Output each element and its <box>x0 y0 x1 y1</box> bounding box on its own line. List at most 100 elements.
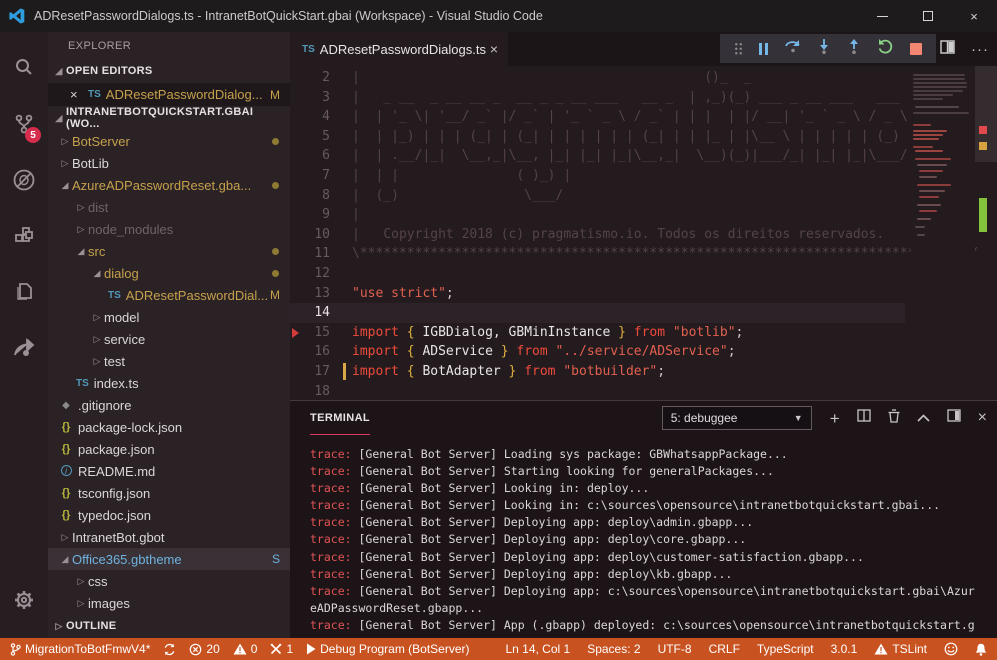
close-window-button[interactable]: × <box>951 0 997 32</box>
code-editor[interactable]: 2| ()_ _3| _ __ _ __ __ _ __ _ _ __ ___ … <box>290 66 997 400</box>
chevron-collapsed-icon: ▷ <box>58 532 72 543</box>
code-line-13[interactable]: 13"use strict"; <box>290 284 905 304</box>
outline-section-header[interactable]: ▷ OUTLINE <box>48 614 290 638</box>
tree-item-node-modules[interactable]: ▷node_modules <box>48 218 290 240</box>
extensions-icon[interactable] <box>0 208 48 264</box>
code-line-2[interactable]: 2| ()_ _ <box>290 68 905 88</box>
debug-arrow-icon <box>292 328 299 338</box>
status-item-smiley[interactable] <box>944 642 958 656</box>
restart-icon[interactable] <box>877 38 894 60</box>
status-item-0[interactable]: 0 <box>233 642 258 656</box>
code-line-10[interactable]: 10| Copyright 2018 (c) pragmatismo.io. T… <box>290 225 905 245</box>
tree-item-botserver[interactable]: ▷BotServer <box>48 130 290 152</box>
search-icon[interactable] <box>0 40 48 96</box>
close-tab-icon[interactable]: × <box>490 41 498 57</box>
status-item-tslint[interactable]: TSLint <box>874 642 927 656</box>
terminal-dropdown[interactable]: 5: debuggee ▼ <box>662 406 812 430</box>
more-actions-icon[interactable]: ··· <box>971 41 989 58</box>
status-item-ln-14-col-1[interactable]: Ln 14, Col 1 <box>505 642 570 656</box>
code-line-6[interactable]: 6| | .__/|_| \__,_|\__, |_| |_| |_|\__,_… <box>290 146 905 166</box>
tree-item-dialog[interactable]: ◢dialog <box>48 262 290 284</box>
status-item-debug-program-botserver-[interactable]: Debug Program (BotServer) <box>306 642 469 656</box>
status-item-migrationtobotfmwv4-[interactable]: MigrationToBotFmwV4* <box>10 642 150 656</box>
maximize-button[interactable] <box>905 0 951 32</box>
status-item-sync[interactable] <box>163 643 176 656</box>
close-panel-icon[interactable]: × <box>978 409 987 427</box>
tree-item-tsconfig-json[interactable]: {}tsconfig.json <box>48 482 290 504</box>
minimap[interactable] <box>911 66 975 400</box>
tree-item-service[interactable]: ▷service <box>48 328 290 350</box>
stop-icon[interactable] <box>910 43 922 55</box>
tree-item--gitignore[interactable]: ◆.gitignore <box>48 394 290 416</box>
code-line-9[interactable]: 9| <box>290 205 905 225</box>
tree-item-index-ts[interactable]: TSindex.ts <box>48 372 290 394</box>
code-line-5[interactable]: 5| | |_) | | | (_| | (_| | | | | | | (_|… <box>290 127 905 147</box>
tree-item-intranetbot-gbot[interactable]: ▷IntranetBot.gbot <box>48 526 290 548</box>
step-into-icon[interactable] <box>817 38 831 59</box>
editor-tab-active[interactable]: TS ADResetPasswordDialogs.ts × <box>290 32 508 66</box>
chevron-collapsed-icon: ▷ <box>58 136 72 147</box>
window-title: ADResetPasswordDialogs.ts - IntranetBotQ… <box>34 9 543 23</box>
drag-grip-icon[interactable] <box>734 42 743 55</box>
code-line-11[interactable]: 11\*************************************… <box>290 244 905 264</box>
code-line-8[interactable]: 8| (_) \___/ <box>290 186 905 206</box>
code-line-16[interactable]: 16import { ADService } from "../service/… <box>290 342 905 362</box>
step-over-icon[interactable] <box>784 38 802 59</box>
code-line-4[interactable]: 4| | '_ \| '__/ _` |/ _` | '_ ` _ \ / _`… <box>290 107 905 127</box>
open-editor-item[interactable]: × TS ADResetPasswordDialog... M <box>48 83 290 106</box>
terminal-line: trace: [General Bot Server] Deploying ap… <box>310 531 997 548</box>
tree-item-azureadpasswordreset-gba-[interactable]: ◢AzureADPasswordReset.gba... <box>48 174 290 196</box>
tree-item-src[interactable]: ◢src <box>48 240 290 262</box>
open-editors-header[interactable]: ◢ OPEN EDITORS <box>48 59 290 83</box>
code-line-18[interactable]: 18 <box>290 382 905 401</box>
maximize-panel-icon[interactable] <box>917 409 930 427</box>
split-terminal-icon[interactable] <box>857 409 871 427</box>
overview-ruler[interactable] <box>975 66 997 400</box>
tree-item-dist[interactable]: ▷dist <box>48 196 290 218</box>
status-item-20[interactable]: 20 <box>189 642 219 656</box>
explorer-sidebar: EXPLORER ◢ OPEN EDITORS × TS ADResetPass… <box>48 32 290 638</box>
workspace-section-header[interactable]: ◢ INTRANETBOTQUICKSTART.GBAI (WO... <box>48 106 290 130</box>
status-item-spaces-2[interactable]: Spaces: 2 <box>587 642 640 656</box>
settings-gear-icon[interactable] <box>0 572 48 628</box>
minimize-button[interactable] <box>859 0 905 32</box>
step-out-icon[interactable] <box>847 38 861 59</box>
share-icon[interactable] <box>0 320 48 376</box>
tree-item-test[interactable]: ▷test <box>48 350 290 372</box>
pages-icon[interactable] <box>0 264 48 320</box>
tree-item-package-lock-json[interactable]: {}package-lock.json <box>48 416 290 438</box>
terminal-tab[interactable]: TERMINAL <box>310 401 370 435</box>
source-control-icon[interactable]: 5 <box>0 96 48 152</box>
code-line-14[interactable]: 14 <box>290 303 905 323</box>
tree-item-adresetpassworddial-[interactable]: TSADResetPasswordDial...M <box>48 284 290 306</box>
code-line-17[interactable]: 17import { BotAdapter } from "botbuilder… <box>290 362 905 382</box>
pause-icon[interactable] <box>759 43 768 55</box>
status-item-utf-8[interactable]: UTF-8 <box>658 642 692 656</box>
terminal-output[interactable]: trace: [General Bot Server] Loading sys … <box>290 435 997 634</box>
code-line-15[interactable]: 15import { IGBDialog, GBMinInstance } fr… <box>290 323 905 343</box>
tree-item-css[interactable]: ▷css <box>48 570 290 592</box>
tree-item-botlib[interactable]: ▷BotLib <box>48 152 290 174</box>
kill-terminal-icon[interactable] <box>888 409 900 428</box>
status-item-crlf[interactable]: CRLF <box>709 642 740 656</box>
code-line-12[interactable]: 12 <box>290 264 905 284</box>
status-item-1[interactable]: 1 <box>270 642 293 656</box>
tree-item-office365-gbtheme[interactable]: ◢Office365.gbthemeS <box>48 548 290 570</box>
status-item-3-0-1[interactable]: 3.0.1 <box>831 642 858 656</box>
toggle-panel-icon[interactable] <box>947 409 961 427</box>
tree-item-readme-md[interactable]: iREADME.md <box>48 460 290 482</box>
status-item-typescript[interactable]: TypeScript <box>757 642 814 656</box>
tree-item-package-json[interactable]: {}package.json <box>48 438 290 460</box>
status-item-bell[interactable] <box>975 643 987 656</box>
tree-item-images[interactable]: ▷images <box>48 592 290 614</box>
terminal-line: trace: [General Bot Server] App (.gbapp)… <box>310 617 997 634</box>
close-editor-icon[interactable]: × <box>70 87 86 102</box>
debug-icon[interactable] <box>0 152 48 208</box>
tree-item-typedoc-json[interactable]: {}typedoc.json <box>48 504 290 526</box>
tree-item-model[interactable]: ▷model <box>48 306 290 328</box>
chevron-expanded-icon: ◢ <box>52 66 66 77</box>
code-line-7[interactable]: 7| | | ( )_) | <box>290 166 905 186</box>
split-editor-icon[interactable] <box>940 40 955 59</box>
new-terminal-icon[interactable]: + <box>830 410 840 427</box>
code-line-3[interactable]: 3| _ __ _ __ __ _ __ _ _ __ ___ __ _ | ,… <box>290 88 905 108</box>
